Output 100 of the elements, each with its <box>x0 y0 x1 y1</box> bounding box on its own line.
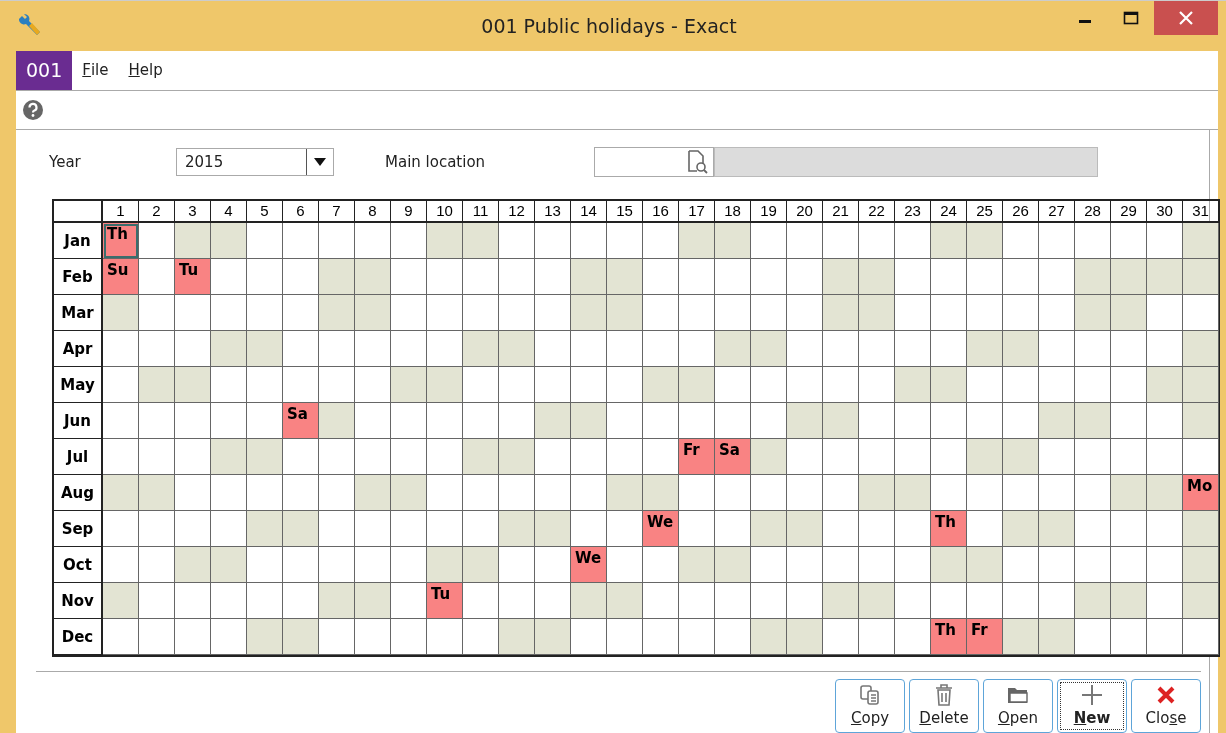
weekend-cell[interactable] <box>931 367 967 403</box>
day-cell[interactable] <box>823 547 859 583</box>
day-cell[interactable] <box>643 403 679 439</box>
holiday-cell[interactable]: Th <box>931 619 967 655</box>
day-cell[interactable] <box>1039 475 1075 511</box>
day-cell[interactable] <box>1039 367 1075 403</box>
weekend-cell[interactable] <box>1183 367 1219 403</box>
day-cell[interactable] <box>607 619 643 655</box>
day-cell[interactable] <box>175 331 211 367</box>
holiday-cell[interactable]: We <box>571 547 607 583</box>
weekend-cell[interactable] <box>103 583 139 619</box>
weekend-cell[interactable] <box>1075 259 1111 295</box>
day-cell[interactable] <box>679 511 715 547</box>
day-cell[interactable] <box>1075 367 1111 403</box>
day-cell[interactable] <box>319 475 355 511</box>
day-cell[interactable] <box>1147 223 1183 259</box>
day-cell[interactable] <box>283 259 319 295</box>
weekend-cell[interactable] <box>1039 619 1075 655</box>
day-cell[interactable] <box>1183 295 1219 331</box>
weekend-cell[interactable] <box>355 583 391 619</box>
weekend-cell[interactable] <box>967 439 1003 475</box>
weekend-cell[interactable] <box>391 367 427 403</box>
holiday-cell[interactable]: Fr <box>967 619 1003 655</box>
day-cell[interactable] <box>319 223 355 259</box>
day-cell[interactable] <box>787 439 823 475</box>
holiday-cell[interactable]: Su <box>103 259 139 295</box>
day-cell[interactable] <box>247 295 283 331</box>
weekend-cell[interactable] <box>319 583 355 619</box>
day-cell[interactable] <box>1039 295 1075 331</box>
holiday-cell[interactable]: Th <box>931 511 967 547</box>
day-cell[interactable] <box>787 583 823 619</box>
weekend-cell[interactable] <box>427 547 463 583</box>
weekend-cell[interactable] <box>823 583 859 619</box>
day-cell[interactable] <box>391 403 427 439</box>
holiday-cell[interactable]: Sa <box>715 439 751 475</box>
day-cell[interactable] <box>1039 547 1075 583</box>
holiday-cell[interactable]: Mo <box>1183 475 1219 511</box>
weekend-cell[interactable] <box>355 259 391 295</box>
day-cell[interactable] <box>823 511 859 547</box>
day-cell[interactable] <box>391 583 427 619</box>
weekend-cell[interactable] <box>787 619 823 655</box>
weekend-cell[interactable] <box>715 331 751 367</box>
day-cell[interactable] <box>895 223 931 259</box>
day-cell[interactable] <box>355 547 391 583</box>
day-cell[interactable] <box>607 403 643 439</box>
weekend-cell[interactable] <box>607 259 643 295</box>
day-cell[interactable] <box>751 547 787 583</box>
day-cell[interactable] <box>751 367 787 403</box>
day-cell[interactable] <box>643 439 679 475</box>
day-cell[interactable] <box>787 295 823 331</box>
day-cell[interactable] <box>571 475 607 511</box>
day-cell[interactable] <box>103 331 139 367</box>
day-cell[interactable] <box>319 619 355 655</box>
day-cell[interactable] <box>859 403 895 439</box>
day-cell[interactable] <box>535 367 571 403</box>
location-field[interactable] <box>594 147 714 177</box>
day-cell[interactable] <box>1003 223 1039 259</box>
day-cell[interactable] <box>499 475 535 511</box>
day-cell[interactable] <box>355 367 391 403</box>
day-cell[interactable] <box>679 475 715 511</box>
holiday-cell[interactable]: Tu <box>175 259 211 295</box>
day-cell[interactable] <box>499 223 535 259</box>
day-cell[interactable] <box>1075 511 1111 547</box>
day-cell[interactable] <box>535 547 571 583</box>
weekend-cell[interactable] <box>175 367 211 403</box>
day-cell[interactable] <box>175 583 211 619</box>
weekend-cell[interactable] <box>1003 439 1039 475</box>
day-cell[interactable] <box>103 511 139 547</box>
day-cell[interactable] <box>535 439 571 475</box>
day-cell[interactable] <box>283 583 319 619</box>
day-cell[interactable] <box>715 259 751 295</box>
day-cell[interactable] <box>319 367 355 403</box>
day-cell[interactable] <box>859 619 895 655</box>
day-cell[interactable] <box>787 331 823 367</box>
weekend-cell[interactable] <box>535 511 571 547</box>
weekend-cell[interactable] <box>607 583 643 619</box>
weekend-cell[interactable] <box>679 547 715 583</box>
day-cell[interactable] <box>1111 403 1147 439</box>
weekend-cell[interactable] <box>859 259 895 295</box>
day-cell[interactable] <box>715 367 751 403</box>
day-cell[interactable] <box>571 223 607 259</box>
day-cell[interactable] <box>679 619 715 655</box>
day-cell[interactable] <box>751 259 787 295</box>
day-cell[interactable] <box>859 223 895 259</box>
day-cell[interactable] <box>427 475 463 511</box>
day-cell[interactable] <box>967 511 1003 547</box>
weekend-cell[interactable] <box>499 439 535 475</box>
day-cell[interactable] <box>1147 439 1183 475</box>
day-cell[interactable] <box>1111 547 1147 583</box>
day-cell[interactable] <box>787 547 823 583</box>
day-cell[interactable] <box>247 583 283 619</box>
day-cell[interactable] <box>391 511 427 547</box>
weekend-cell[interactable] <box>679 367 715 403</box>
weekend-cell[interactable] <box>787 403 823 439</box>
day-cell[interactable] <box>139 331 175 367</box>
day-cell[interactable] <box>643 583 679 619</box>
day-cell[interactable] <box>679 295 715 331</box>
weekend-cell[interactable] <box>535 403 571 439</box>
weekend-cell[interactable] <box>1111 295 1147 331</box>
day-cell[interactable] <box>463 583 499 619</box>
